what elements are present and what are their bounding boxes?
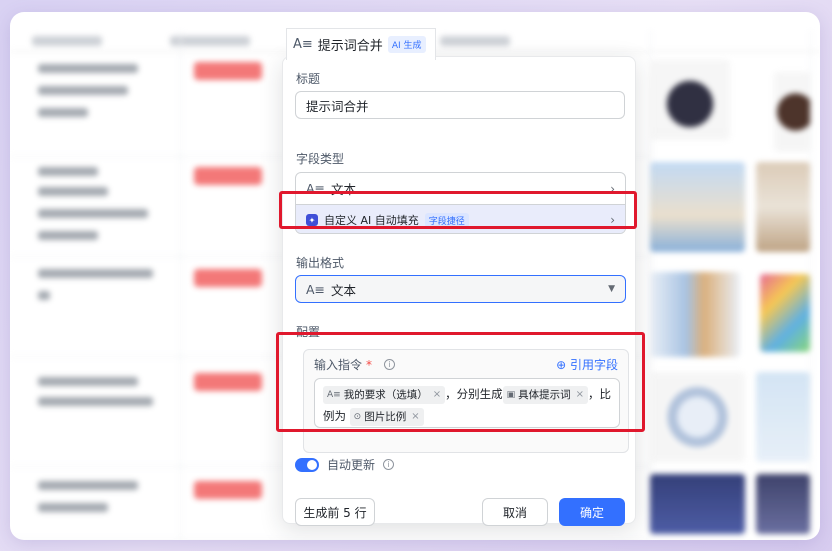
instruction-text: 例为 — [323, 409, 346, 423]
app-window: A≡ 提示词合并 AI 生成 标题 提示词合并 字段类型 A≡ 文本 › ✦ 自… — [10, 12, 820, 540]
title-label: 标题 — [296, 72, 321, 86]
ai-sparkle-icon: ✦ — [306, 214, 318, 226]
single-select-icon: ⊙ — [353, 411, 362, 422]
product-image — [650, 272, 740, 357]
title-input[interactable]: 提示词合并 — [295, 91, 625, 119]
product-image — [774, 72, 810, 152]
caret-down-icon: ▼ — [608, 284, 615, 294]
ai-autofill-option[interactable]: ✦ 自定义 AI 自动填充 字段捷径 › — [296, 204, 625, 233]
chevron-right-icon: › — [610, 181, 615, 196]
close-icon[interactable]: × — [576, 386, 584, 404]
field-type-value: 文本 — [331, 182, 357, 197]
plus-circle-icon: ⊕ — [556, 358, 567, 372]
product-image — [650, 474, 745, 534]
auto-update-row: 自动更新 i — [295, 456, 395, 473]
auto-update-toggle[interactable] — [295, 457, 319, 472]
product-image — [756, 474, 810, 534]
chevron-right-icon: › — [610, 213, 615, 227]
field-title: 提示词合并 — [317, 39, 383, 54]
field-shortcut-badge: 字段捷径 — [424, 212, 469, 228]
product-image — [650, 60, 730, 140]
generate-preview-button[interactable]: 生成前 5 行 — [295, 498, 375, 526]
output-format-value: 文本 — [331, 282, 357, 298]
instruction-header: 输入指令 * i — [314, 356, 396, 373]
info-icon[interactable]: i — [384, 359, 396, 370]
config-label: 配置 — [296, 325, 321, 339]
instruction-text: ，比 — [588, 387, 611, 401]
required-mark: * — [366, 357, 373, 372]
field-type-selector: A≡ 文本 › ✦ 自定义 AI 自动填充 字段捷径 › — [295, 172, 626, 234]
product-image — [650, 162, 745, 252]
output-format-select[interactable]: A≡ 文本 ▼ — [295, 275, 626, 303]
ai-autofill-label: 自定义 AI 自动填充 — [324, 214, 419, 227]
instruction-label: 输入指令 — [314, 358, 363, 372]
ai-generated-badge: AI 生成 — [387, 36, 426, 53]
reference-field-label: 引用字段 — [569, 358, 618, 372]
reference-field-button[interactable]: ⊕ 引用字段 — [556, 356, 618, 373]
field-token[interactable]: A≡ 我的要求（选填） × — [323, 385, 446, 404]
text-type-icon: A≡ — [327, 389, 341, 400]
close-icon[interactable]: × — [433, 386, 441, 404]
field-config-panel: 标题 提示词合并 字段类型 A≡ 文本 › ✦ 自定义 AI 自动填充 字段捷径… — [282, 56, 636, 526]
image-type-icon: ▣ — [506, 389, 516, 400]
text-type-icon: A≡ — [293, 37, 313, 52]
auto-update-label: 自动更新 — [327, 458, 376, 472]
token-label: 具体提示词 — [518, 388, 571, 401]
confirm-button[interactable]: 确定 — [559, 498, 625, 526]
token-label: 图片比例 — [364, 410, 407, 423]
product-image — [650, 372, 745, 462]
product-image — [756, 372, 810, 462]
field-token[interactable]: ⊙ 图片比例 × — [349, 407, 424, 426]
text-type-icon: A≡ — [306, 281, 326, 297]
product-image — [756, 162, 810, 252]
instruction-section: 输入指令 * i ⊕ 引用字段 A≡ 我的要求（选填） × ，分别生成 ▣ 具体提示词 × ，… — [303, 349, 629, 453]
token-label: 我的要求（选填） — [343, 388, 428, 401]
product-image — [760, 274, 810, 352]
field-type-label: 字段类型 — [296, 152, 345, 166]
field-token[interactable]: ▣ 具体提示词 × — [502, 385, 588, 404]
instruction-text: ，分别生成 — [445, 387, 503, 401]
close-icon[interactable]: × — [411, 408, 419, 426]
field-header-tab[interactable]: A≡ 提示词合并 AI 生成 — [286, 28, 436, 60]
text-type-icon: A≡ — [306, 181, 326, 196]
output-format-label: 输出格式 — [296, 256, 345, 270]
cancel-button[interactable]: 取消 — [482, 498, 548, 526]
field-type-option-text[interactable]: A≡ 文本 › — [296, 173, 625, 204]
instruction-editor[interactable]: A≡ 我的要求（选填） × ，分别生成 ▣ 具体提示词 × ，比例为 ⊙ 图片比例 × — [314, 378, 620, 428]
info-icon[interactable]: i — [383, 459, 395, 470]
